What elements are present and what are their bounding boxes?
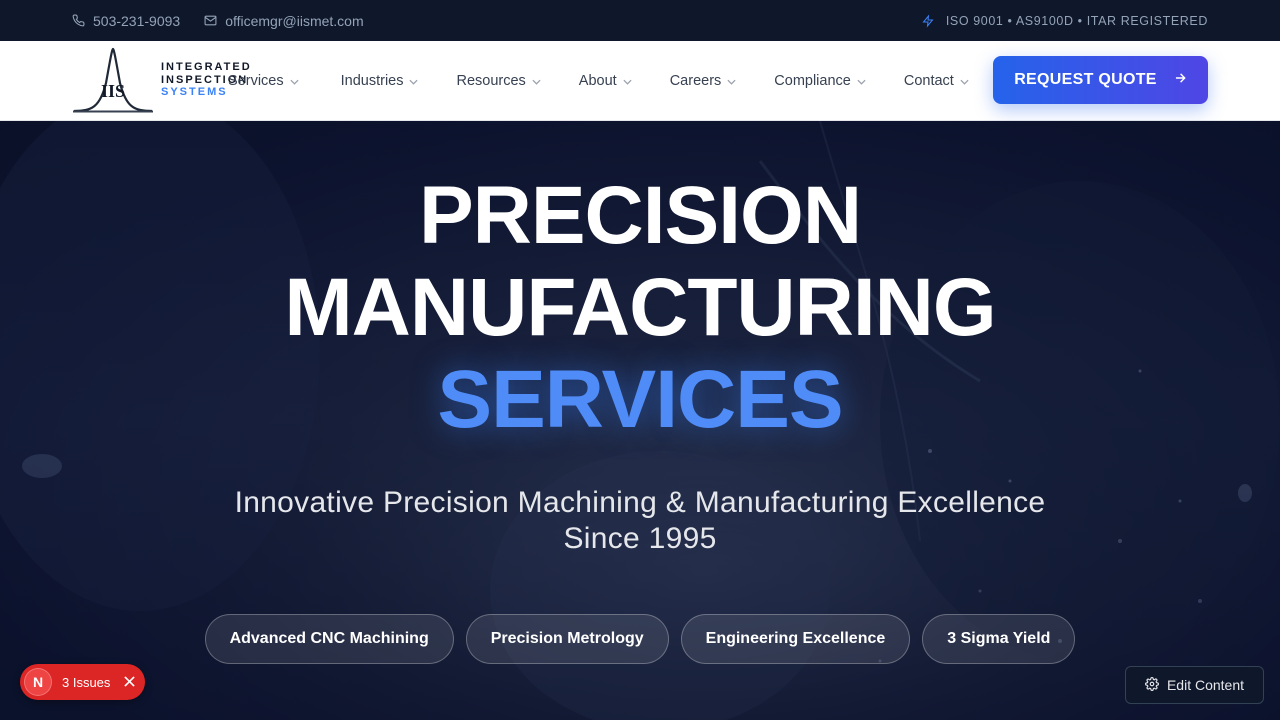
edit-content-button[interactable]: Edit Content (1125, 666, 1264, 704)
capability-pills: Advanced CNC Machining Precision Metrolo… (0, 614, 1280, 664)
svg-text:IIS: IIS (101, 81, 125, 101)
hero-title-line-1: PRECISION (418, 170, 862, 261)
issues-label: 3 Issues (62, 674, 111, 690)
chevron-down-icon (532, 73, 541, 89)
nav-careers[interactable]: Careers (670, 73, 737, 89)
edit-content-label: Edit Content (1166, 677, 1245, 693)
close-icon[interactable] (124, 674, 136, 690)
hero-title-line-2: MANUFACTURING (284, 262, 996, 353)
chevron-down-icon (290, 73, 299, 89)
mail-icon (204, 14, 217, 27)
nav-label: Services (228, 73, 284, 89)
request-quote-button[interactable]: REQUEST QUOTE (993, 56, 1208, 104)
top-contact-bar: 503-231-9093 officemgr@iismet.com ISO 90… (0, 0, 1280, 41)
hero-subtitle: Innovative Precision Machining & Manufac… (234, 486, 1046, 555)
nav-contact[interactable]: Contact (904, 73, 969, 89)
nav-label: Compliance (774, 73, 851, 89)
nav-label: Industries (340, 73, 404, 89)
main-navbar: IIS INTEGRATED INSPECTION SYSTEMS Servic… (0, 41, 1280, 121)
pill-cnc-machining[interactable]: Advanced CNC Machining (204, 614, 454, 664)
nav-label: Careers (669, 73, 722, 89)
chevron-down-icon (409, 73, 419, 89)
chevron-down-icon (623, 73, 632, 89)
chevron-down-icon (960, 73, 969, 89)
primary-nav: Services Industries Resources About Care… (228, 41, 1013, 121)
nav-resources[interactable]: Resources (456, 73, 541, 89)
phone-icon (72, 14, 85, 27)
pill-engineering-excellence[interactable]: Engineering Excellence (680, 614, 911, 664)
hero-title-line-3: SERVICES (437, 354, 843, 445)
email-link[interactable]: officemgr@iismet.com (204, 12, 364, 29)
lightning-icon (922, 13, 934, 28)
certifications-text: ISO 9001 • AS9100D • ITAR REGISTERED (945, 13, 1208, 28)
request-quote-label: REQUEST QUOTE (1014, 71, 1157, 88)
issues-badge-logo: N (24, 668, 52, 696)
chevron-down-icon (857, 73, 866, 89)
company-logo[interactable]: IIS (72, 47, 154, 113)
nav-label: Resources (456, 73, 526, 89)
issues-badge[interactable]: N 3 Issues (20, 664, 145, 700)
nav-services[interactable]: Services (228, 73, 299, 89)
certifications: ISO 9001 • AS9100D • ITAR REGISTERED (922, 14, 1208, 28)
pill-precision-metrology[interactable]: Precision Metrology (465, 614, 669, 664)
hero-section: PRECISION MANUFACTURING SERVICES Innovat… (0, 121, 1280, 720)
gear-icon (1145, 676, 1159, 694)
phone-link[interactable]: 503-231-9093 (72, 13, 180, 29)
contact-info: 503-231-9093 officemgr@iismet.com (72, 13, 364, 29)
nav-label: About (578, 73, 617, 89)
chevron-down-icon (727, 73, 736, 89)
nav-about[interactable]: About (579, 73, 632, 89)
email-address: officemgr@iismet.com (225, 12, 364, 29)
nav-industries[interactable]: Industries (341, 73, 419, 89)
nav-label: Contact (903, 73, 954, 89)
nav-compliance[interactable]: Compliance (774, 73, 866, 89)
pill-three-sigma-yield[interactable]: 3 Sigma Yield (922, 614, 1076, 664)
phone-number: 503-231-9093 (93, 12, 181, 29)
arrow-right-icon (1173, 71, 1187, 90)
